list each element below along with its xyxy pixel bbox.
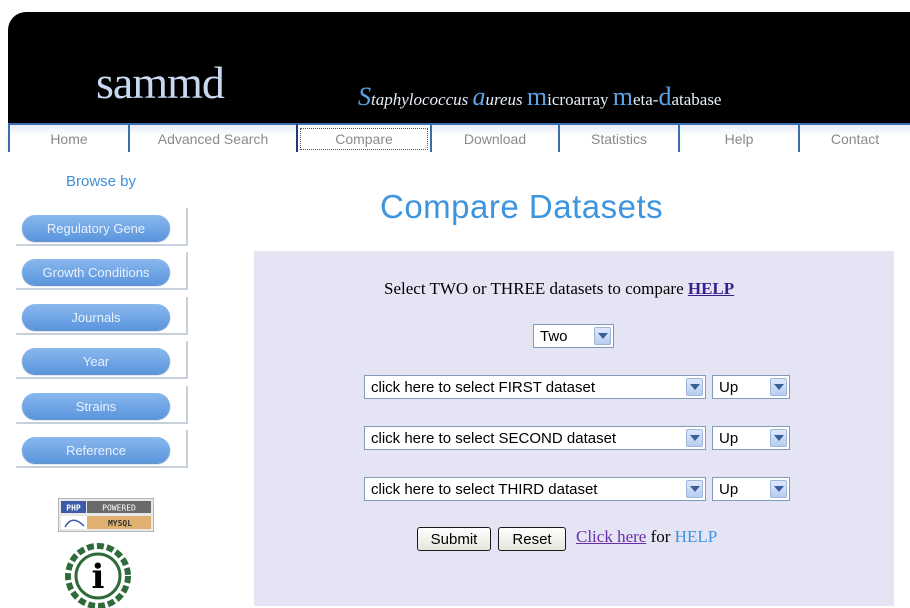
first-direction-select[interactable]: Up [712, 375, 790, 399]
sidebar-item-regulatory-gene[interactable]: Regulatory Gene [16, 208, 188, 246]
sidebar-item-label: Regulatory Gene [22, 215, 170, 241]
chevron-down-icon[interactable] [770, 378, 787, 396]
php-mysql-powered-badge[interactable]: PHP POWERED MYSQL [58, 498, 154, 532]
help-line: Click here for HELP [576, 527, 717, 547]
info-letter: i [92, 557, 105, 597]
site-logo[interactable]: sammd [96, 56, 225, 109]
tab-compare[interactable]: Compare [296, 123, 430, 152]
chevron-down-icon[interactable] [686, 429, 703, 447]
tab-home-label: Home [50, 130, 88, 147]
click-here-link[interactable]: Click here [576, 527, 646, 546]
tagline-m1-cap: m [526, 82, 548, 111]
compare-panel: Select TWO or THREE datasets to compare … [254, 251, 894, 606]
second-dataset-value: click here to select SECOND dataset [371, 429, 617, 447]
tagline-d-cap: d [658, 82, 672, 111]
sidebar-item-reference[interactable]: Reference [16, 430, 188, 468]
chevron-down-icon[interactable] [594, 327, 611, 345]
tagline-d-rest: atabase [671, 90, 722, 109]
dataset-count-value: Two [540, 327, 568, 345]
instructions-help-link[interactable]: HELP [688, 279, 734, 298]
chevron-down-icon[interactable] [770, 429, 787, 447]
tab-contact[interactable]: Contact [798, 123, 910, 152]
second-direction-value: Up [719, 429, 739, 447]
help-keyword: HELP [674, 527, 718, 546]
tab-help[interactable]: Help [678, 123, 798, 152]
badge-mysql-text: MYSQL [108, 519, 132, 528]
tab-download-label: Download [463, 130, 527, 147]
sidebar-item-label: Reference [22, 437, 170, 463]
tab-advanced-search[interactable]: Advanced Search [128, 123, 296, 152]
sidebar: Browse by Regulatory Gene Growth Conditi… [8, 152, 190, 608]
reset-button[interactable]: Reset [498, 527, 566, 551]
tab-contact-label: Contact [830, 130, 880, 147]
sidebar-item-strains[interactable]: Strains [16, 386, 188, 424]
sidebar-item-label: Year [22, 348, 170, 374]
tagline-s-rest: taphylococcus [371, 90, 473, 109]
site-header: sammd Staphylococcus aureus microarray m… [8, 12, 910, 124]
third-dataset-select[interactable]: click here to select THIRD dataset [364, 477, 706, 501]
chevron-down-icon[interactable] [770, 480, 787, 498]
chevron-down-icon[interactable] [686, 480, 703, 498]
second-dataset-select[interactable]: click here to select SECOND dataset [364, 426, 706, 450]
page-title: Compare Datasets [380, 188, 664, 225]
sidebar-item-growth-conditions[interactable]: Growth Conditions [16, 252, 188, 290]
tab-home[interactable]: Home [8, 123, 128, 152]
instructions-text: Select TWO or THREE datasets to compare [384, 279, 684, 298]
tab-statistics[interactable]: Statistics [558, 123, 678, 152]
dataset-count-select[interactable]: Two [533, 324, 614, 348]
site-tagline: Staphylococcus aureus microarray meta-da… [358, 82, 721, 112]
help-for-text: for [646, 527, 675, 546]
sidebar-item-journals[interactable]: Journals [16, 297, 188, 335]
compare-instructions: Select TWO or THREE datasets to compare … [384, 279, 734, 299]
tagline-m2-rest: eta- [632, 90, 659, 109]
tagline-s-cap: S [358, 82, 371, 111]
second-direction-select[interactable]: Up [712, 426, 790, 450]
tab-help-label: Help [724, 130, 754, 147]
sidebar-item-label: Journals [22, 304, 170, 330]
chevron-down-icon[interactable] [686, 378, 703, 396]
sidebar-item-label: Strains [22, 393, 170, 419]
tab-download[interactable]: Download [430, 123, 558, 152]
third-direction-value: Up [719, 480, 739, 498]
main-nav: Home Advanced Search Compare Download St… [8, 123, 910, 152]
tab-statistics-label: Statistics [590, 130, 647, 147]
browse-by-heading: Browse by [66, 173, 137, 190]
tagline-a-cap: a [472, 82, 486, 111]
info-logo-icon[interactable]: i [58, 538, 138, 608]
submit-button[interactable]: Submit [417, 527, 491, 551]
third-direction-select[interactable]: Up [712, 477, 790, 501]
tagline-a-rest: ureus [485, 90, 527, 109]
badge-powered-text: POWERED [102, 504, 136, 513]
tagline-m2-cap: m [612, 82, 633, 111]
badge-php-text: PHP [66, 504, 81, 513]
first-dataset-value: click here to select FIRST dataset [371, 378, 595, 396]
first-direction-value: Up [719, 378, 739, 396]
first-dataset-select[interactable]: click here to select FIRST dataset [364, 375, 706, 399]
sidebar-item-label: Growth Conditions [22, 259, 170, 285]
sidebar-item-year[interactable]: Year [16, 341, 188, 379]
third-dataset-value: click here to select THIRD dataset [371, 480, 598, 498]
tagline-m1-rest: icroarray [547, 90, 613, 109]
tab-compare-label: Compare [300, 127, 428, 150]
tab-advanced-search-label: Advanced Search [157, 130, 269, 147]
